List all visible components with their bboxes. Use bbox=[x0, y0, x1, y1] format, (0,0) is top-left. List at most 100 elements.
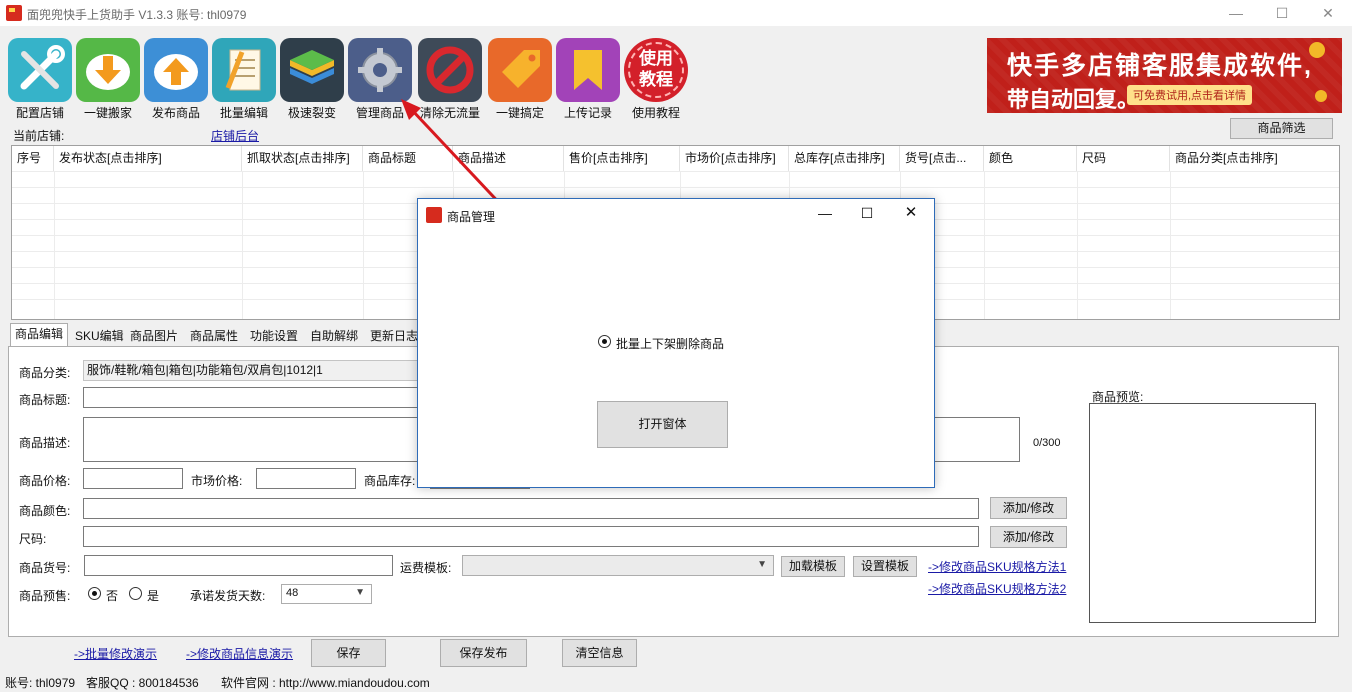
layers-icon bbox=[290, 50, 334, 84]
grid-divider bbox=[984, 171, 985, 319]
title-input[interactable] bbox=[83, 387, 423, 408]
batch-edit-button[interactable] bbox=[212, 38, 276, 102]
presale-no-radio[interactable] bbox=[88, 587, 101, 600]
clear-info-button[interactable]: 清空信息 bbox=[562, 639, 637, 667]
sku-method-1-link[interactable]: ->修改商品SKU规格方法1 bbox=[928, 558, 1066, 575]
column-header[interactable]: 颜色 bbox=[984, 146, 1077, 171]
banner-headline: 快手多店铺客服集成软件, bbox=[1007, 52, 1313, 80]
open-window-button[interactable]: 打开窗体 bbox=[597, 401, 728, 448]
publish-product-button[interactable] bbox=[144, 38, 208, 102]
grid-divider bbox=[12, 187, 1339, 188]
save-button[interactable]: 保存 bbox=[311, 639, 386, 667]
forbidden-icon bbox=[426, 46, 474, 94]
chevron-down-icon: ▼ bbox=[355, 587, 365, 598]
color-label: 商品颜色: bbox=[19, 504, 71, 518]
tag-icon bbox=[502, 50, 540, 88]
tab-product-edit[interactable]: 商品编辑 bbox=[10, 323, 69, 347]
manage-products-dialog: 商品管理 — ☐ ✕ 批量上下架删除商品 打开窗体 bbox=[417, 198, 935, 488]
presale-yes-radio[interactable] bbox=[129, 587, 142, 600]
status-website: 软件官网 : http://www.miandoudou.com bbox=[221, 676, 430, 690]
fast-fission-button[interactable] bbox=[280, 38, 344, 102]
config-store-button[interactable] bbox=[8, 38, 72, 102]
sku-no-label: 商品货号: bbox=[19, 561, 71, 575]
load-template-button[interactable]: 加载模板 bbox=[781, 556, 845, 577]
tab-product-images[interactable]: 商品图片 bbox=[125, 325, 183, 346]
store-backend-link[interactable]: 店铺后台 bbox=[211, 127, 259, 144]
column-header[interactable]: 序号 bbox=[12, 146, 54, 171]
tab-product-attributes[interactable]: 商品属性 bbox=[185, 325, 243, 346]
market-price-input[interactable] bbox=[256, 468, 356, 489]
desc-counter: 0/300 bbox=[1033, 437, 1061, 449]
tools-icon bbox=[20, 45, 65, 90]
column-header[interactable]: 尺码 bbox=[1077, 146, 1170, 171]
size-label: 尺码: bbox=[19, 532, 47, 546]
price-label: 商品价格: bbox=[19, 474, 71, 488]
tab-function-settings[interactable]: 功能设置 bbox=[245, 325, 303, 346]
size-input[interactable] bbox=[83, 526, 979, 547]
desc-label: 商品描述: bbox=[19, 436, 71, 450]
add-modify-color-button[interactable]: 添加/修改 bbox=[990, 497, 1067, 519]
tutorial-button[interactable]: 使用 教程 bbox=[624, 38, 688, 102]
ship-days-value: 48 bbox=[286, 587, 299, 599]
column-header[interactable]: 总库存[点击排序] bbox=[789, 146, 900, 171]
add-modify-size-button[interactable]: 添加/修改 bbox=[990, 526, 1067, 548]
presale-label: 商品预售: bbox=[19, 589, 71, 603]
status-qq: 客服QQ : 800184536 bbox=[86, 676, 199, 690]
dialog-maximize-button[interactable]: ☐ bbox=[846, 199, 888, 227]
tutorial-label: 使用教程 bbox=[631, 106, 680, 120]
radio-dot bbox=[602, 339, 607, 344]
stock-label: 商品库存: bbox=[364, 474, 416, 488]
sku-method-2-link[interactable]: ->修改商品SKU规格方法2 bbox=[928, 580, 1066, 597]
product-filter-button[interactable]: 商品筛选 bbox=[1230, 118, 1333, 139]
column-header[interactable]: 售价[点击排序] bbox=[564, 146, 680, 171]
maximize-button[interactable]: ☐ bbox=[1259, 0, 1305, 26]
save-publish-button[interactable]: 保存发布 bbox=[440, 639, 527, 667]
price-input[interactable] bbox=[83, 468, 183, 489]
edit-document-icon bbox=[225, 49, 261, 91]
column-header[interactable]: 市场价[点击排序] bbox=[680, 146, 789, 171]
manage-products-button[interactable] bbox=[348, 38, 412, 102]
dialog-app-icon bbox=[426, 207, 442, 223]
ship-days-select[interactable]: 48 ▼ bbox=[281, 584, 372, 604]
dialog-minimize-button[interactable]: — bbox=[804, 199, 846, 227]
one-click-move-button[interactable] bbox=[76, 38, 140, 102]
status-account: 账号: thl0979 bbox=[5, 676, 76, 690]
grid-divider bbox=[1077, 171, 1078, 319]
close-button[interactable]: ✕ bbox=[1305, 0, 1351, 26]
dialog-close-button[interactable]: ✕ bbox=[890, 199, 932, 227]
clear-no-traffic-button[interactable] bbox=[418, 38, 482, 102]
market-price-label: 市场价格: bbox=[191, 474, 243, 488]
column-header[interactable]: 货号[点击... bbox=[900, 146, 984, 171]
set-template-button[interactable]: 设置模板 bbox=[853, 556, 917, 577]
sku-no-input[interactable] bbox=[84, 555, 393, 576]
minimize-button[interactable]: — bbox=[1213, 0, 1259, 26]
column-header[interactable]: 抓取状态[点击排序] bbox=[242, 146, 363, 171]
banner-subline: 带自动回复。 bbox=[1007, 87, 1140, 112]
one-click-done-button[interactable] bbox=[488, 38, 552, 102]
coin-icon bbox=[1315, 90, 1327, 102]
shipping-template-select[interactable]: ▼ bbox=[462, 555, 774, 576]
batch-modify-demo-link[interactable]: ->批量修改演示 bbox=[74, 645, 157, 662]
presale-no-label: 否 bbox=[106, 589, 119, 603]
app-logo-icon bbox=[6, 5, 22, 21]
title-label: 商品标题: bbox=[19, 393, 71, 407]
category-field[interactable]: 服饰/鞋靴/箱包|箱包|功能箱包/双肩包|1012|1 bbox=[83, 360, 423, 381]
grid-divider bbox=[363, 171, 364, 319]
column-header[interactable]: 发布状态[点击排序] bbox=[54, 146, 242, 171]
tab-sku-edit[interactable]: SKU编辑 bbox=[70, 325, 129, 346]
radio-dot bbox=[92, 591, 97, 596]
column-header[interactable]: 商品分类[点击排序] bbox=[1170, 146, 1339, 171]
modify-info-demo-link[interactable]: ->修改商品信息演示 bbox=[186, 645, 293, 662]
upload-records-button[interactable] bbox=[556, 38, 620, 102]
chevron-down-icon: ▼ bbox=[757, 559, 767, 570]
dialog-title: 商品管理 bbox=[447, 210, 496, 224]
tab-changelog[interactable]: 更新日志 bbox=[365, 325, 423, 346]
ship-days-label: 承诺发货天数: bbox=[190, 589, 266, 603]
current-store-label: 当前店铺: bbox=[13, 129, 65, 143]
color-input[interactable] bbox=[83, 498, 979, 519]
tutorial-badge-text: 使用 教程 bbox=[639, 49, 673, 89]
ad-banner[interactable]: 快手多店铺客服集成软件, 带自动回复。 可免费试用,点击看详情 bbox=[987, 38, 1342, 113]
batch-shelf-radio[interactable] bbox=[598, 335, 611, 348]
tab-self-unbind[interactable]: 自助解绑 bbox=[305, 325, 363, 346]
presale-yes-label: 是 bbox=[147, 589, 160, 603]
